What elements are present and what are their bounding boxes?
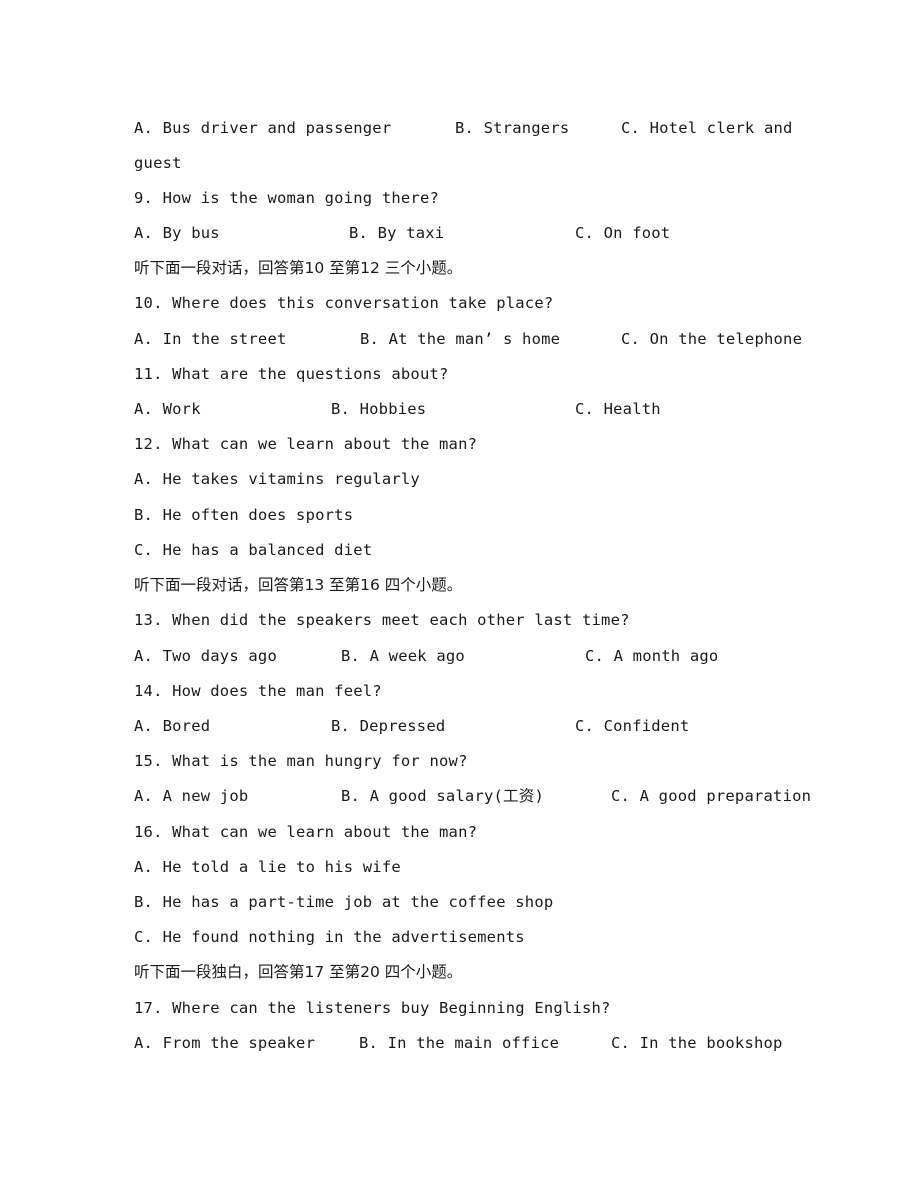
q10-option-b: B. At the man’ s home	[360, 330, 561, 348]
q15-question: 15. What is the man hungry for now?	[134, 752, 468, 770]
q13-option-c: C. A month ago	[585, 647, 719, 665]
q17-option-c: C. In the bookshop	[611, 1034, 783, 1052]
q15-option-c: C. A good preparation	[611, 787, 812, 805]
q13-option-a: A. Two days ago	[134, 647, 277, 665]
section-heading-10-12: 听下面一段对话，回答第10 至第12 三个小题。	[134, 259, 463, 277]
q16-option-b: B. He has a part-time job at the coffee …	[134, 893, 554, 911]
q12-option-c: C. He has a balanced diet	[134, 541, 373, 559]
q14-option-b: B. Depressed	[331, 717, 446, 735]
q10-question: 10. Where does this conversation take pl…	[134, 294, 554, 312]
q10-option-c: C. On the telephone	[621, 330, 803, 348]
q11-option-c: C. Health	[575, 400, 661, 418]
q17-question: 17. Where can the listeners buy Beginnin…	[134, 999, 611, 1017]
q13-question: 13. When did the speakers meet each othe…	[134, 611, 630, 629]
q14-option-c: C. Confident	[575, 717, 690, 735]
section-heading-13-16: 听下面一段对话，回答第13 至第16 四个小题。	[134, 576, 463, 594]
q11-option-a: A. Work	[134, 400, 201, 418]
q17-option-b: B. In the main office	[359, 1034, 560, 1052]
q12-option-a: A. He takes vitamins regularly	[134, 470, 420, 488]
q16-question: 16. What can we learn about the man?	[134, 823, 478, 841]
q14-option-a: A. Bored	[134, 717, 211, 735]
document-page: A. Bus driver and passenger B. Strangers…	[0, 0, 920, 1192]
q15-option-a: A. A new job	[134, 787, 249, 805]
q17-option-a: A. From the speaker	[134, 1034, 316, 1052]
q11-option-b: B. Hobbies	[331, 400, 427, 418]
q9-question: 9. How is the woman going there?	[134, 189, 440, 207]
q15-option-b: B. A good salary(工资)	[341, 787, 544, 805]
q10-option-a: A. In the street	[134, 330, 287, 348]
q9-option-c: C. On foot	[575, 224, 671, 242]
q14-question: 14. How does the man feel?	[134, 682, 382, 700]
q8-option-a: A. Bus driver and passenger	[134, 119, 392, 137]
q16-option-c: C. He found nothing in the advertisement…	[134, 928, 525, 946]
q9-option-b: B. By taxi	[349, 224, 445, 242]
q8-option-b: B. Strangers	[455, 119, 570, 137]
q11-question: 11. What are the questions about?	[134, 365, 449, 383]
q12-option-b: B. He often does sports	[134, 506, 354, 524]
q12-question: 12. What can we learn about the man?	[134, 435, 478, 453]
q8-option-c-wrap: guest	[134, 154, 182, 172]
q8-option-c: C. Hotel clerk and	[621, 119, 793, 137]
q9-option-a: A. By bus	[134, 224, 220, 242]
section-heading-17-20: 听下面一段独白，回答第17 至第20 四个小题。	[134, 963, 463, 981]
q16-option-a: A. He told a lie to his wife	[134, 858, 401, 876]
q13-option-b: B. A week ago	[341, 647, 465, 665]
